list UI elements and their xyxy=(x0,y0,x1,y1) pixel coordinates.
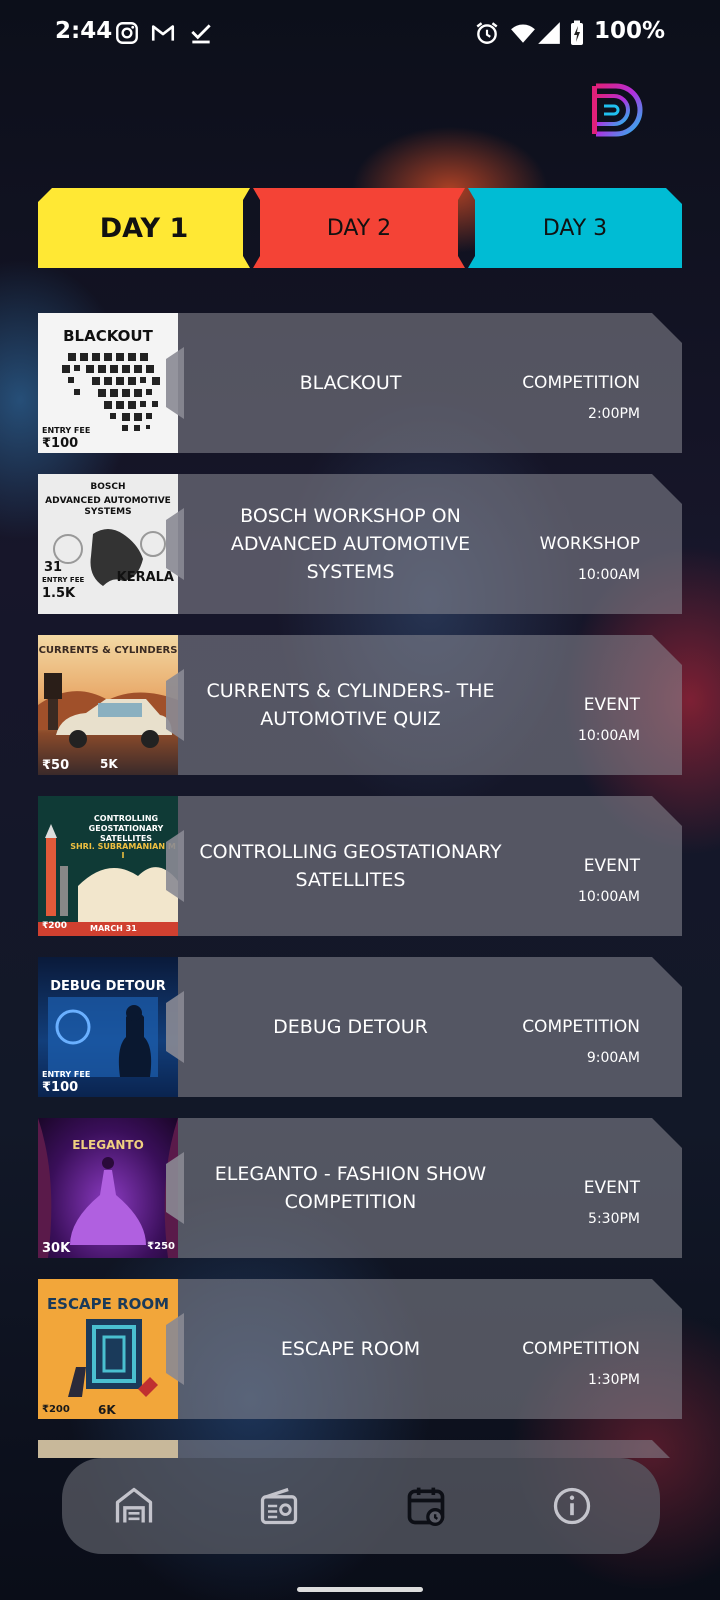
poster-title: BLACKOUT xyxy=(63,327,153,345)
event-time: 10:00AM xyxy=(577,567,640,583)
event-poster: DEBUG DETOUR ENTRY FEE ₹100 xyxy=(38,957,178,1097)
event-card-eleganto[interactable]: ELEGANTO 30K ₹250 ELEGANTO - FASHION SHO… xyxy=(38,1118,682,1258)
event-poster: BOSCH ADVANCED AUTOMOTIVE SYSTEMS 31 KER… xyxy=(38,474,178,614)
poster-fee: ENTRY FEE 1.5K xyxy=(42,576,85,601)
poster-title: ESCAPE ROOM xyxy=(46,1295,170,1313)
calendar-icon[interactable] xyxy=(404,1484,448,1528)
event-category: COMPETITION xyxy=(522,373,640,393)
poster-extra: MARCH 31 xyxy=(90,924,137,933)
poster-title: ELEGANTO xyxy=(72,1138,144,1152)
event-category: COMPETITION xyxy=(522,1017,640,1037)
tab-day-3-label: DAY 3 xyxy=(542,215,608,241)
tab-day-2[interactable]: DAY 2 xyxy=(253,188,465,268)
event-title: BLACKOUT xyxy=(299,372,402,394)
home-icon[interactable] xyxy=(112,1484,156,1528)
poster-fee: ENTRY FEE ₹100 xyxy=(42,1070,91,1095)
poster-fee: 30K xyxy=(42,1241,71,1256)
card-notch xyxy=(166,508,184,580)
card-notch xyxy=(166,669,184,741)
battery-percentage: 100% xyxy=(593,18,665,44)
event-poster: ESCAPE ROOM ₹200 6K xyxy=(38,1279,178,1419)
event-card-partial[interactable] xyxy=(38,1440,682,1458)
event-card-bosch-workshop[interactable]: BOSCH ADVANCED AUTOMOTIVE SYSTEMS 31 KER… xyxy=(38,474,682,614)
info-icon[interactable] xyxy=(550,1484,594,1528)
day-tabs: DAY 1 DAY 2 DAY 3 xyxy=(38,188,682,268)
event-category: EVENT xyxy=(583,856,640,876)
event-title: BOSCH WORKSHOP ON ADVANCED AUTOMOTIVE SY… xyxy=(230,505,471,583)
event-title: DEBUG DETOUR xyxy=(273,1016,428,1038)
event-poster xyxy=(38,1440,178,1458)
gmail-icon xyxy=(151,25,175,41)
cellular-signal-icon xyxy=(538,22,560,44)
battery-charging-icon xyxy=(571,20,583,45)
event-poster: CURRENTS & CYLINDERS ₹50 5K xyxy=(38,635,178,775)
poster-extra: 6K xyxy=(98,1403,116,1417)
poster-fee: ₹200 xyxy=(42,921,68,931)
tab-day-1-label: DAY 1 xyxy=(99,212,189,244)
event-poster: BLACKOUT ENTRY FEE ₹100 xyxy=(38,313,178,453)
wifi-icon xyxy=(511,24,535,43)
poster-title: CURRENTS & CYLINDERS xyxy=(38,645,178,656)
poster-car-art xyxy=(38,673,178,748)
card-notch xyxy=(166,347,184,419)
poster-fee: ₹50 xyxy=(42,758,70,773)
alarm-icon xyxy=(476,22,498,44)
card-notch xyxy=(166,1313,184,1385)
event-time: 10:00AM xyxy=(577,889,640,905)
card-notch xyxy=(166,991,184,1063)
event-title: CURRENTS & CYLINDERS- THE AUTOMOTIVE QUI… xyxy=(206,680,495,730)
gesture-navigation-handle[interactable] xyxy=(297,1587,423,1592)
app-logo-icon xyxy=(592,83,643,137)
event-card-debug-detour[interactable]: DEBUG DETOUR ENTRY FEE ₹100 DEBUG DETOUR … xyxy=(38,957,682,1097)
event-category: EVENT xyxy=(583,695,640,715)
event-poster: ELEGANTO 30K ₹250 xyxy=(38,1118,178,1258)
event-poster: CONTROLLING GEOSTATIONARY SATELLITES SHR… xyxy=(38,796,178,936)
tab-day-2-label: DAY 2 xyxy=(326,215,392,241)
event-title: CONTROLLING GEOSTATIONARY SATELLITES xyxy=(199,841,502,891)
event-category: EVENT xyxy=(583,1178,640,1198)
poster-title: DEBUG DETOUR xyxy=(50,979,166,994)
event-card-escape-room[interactable]: ESCAPE ROOM ₹200 6K ESCAPE ROOM COMPETIT… xyxy=(38,1279,682,1419)
event-category: WORKSHOP xyxy=(539,534,640,554)
status-time: 2:44 xyxy=(55,18,113,44)
poster-fee: ₹200 xyxy=(42,1404,70,1415)
poster-title: ADVANCED AUTOMOTIVE SYSTEMS xyxy=(45,496,171,517)
tab-day-1[interactable]: DAY 1 xyxy=(38,188,250,268)
card-notch xyxy=(166,1152,184,1224)
event-title: ESCAPE ROOM xyxy=(280,1338,421,1360)
event-category: COMPETITION xyxy=(522,1339,640,1359)
download-done-icon xyxy=(191,24,211,44)
poster-extra: ₹250 xyxy=(147,1241,175,1252)
event-card-geostationary-satellites[interactable]: CONTROLLING GEOSTATIONARY SATELLITES SHR… xyxy=(38,796,682,936)
poster-title: CONTROLLING GEOSTATIONARY SATELLITES xyxy=(88,814,164,843)
bottom-navigation xyxy=(62,1458,660,1554)
poster-fee: ENTRY FEE ₹100 xyxy=(42,426,91,451)
event-time: 9:00AM xyxy=(586,1050,640,1066)
status-bar: 2:44 100% xyxy=(0,0,720,64)
event-title: ELEGANTO - FASHION SHOW COMPETITION xyxy=(214,1163,487,1213)
card-notch xyxy=(166,830,184,902)
tab-day-3[interactable]: DAY 3 xyxy=(468,188,682,268)
event-list: BLACKOUT ENTRY FEE ₹100 BLACKOUT COMPETIT… xyxy=(38,313,682,1479)
radio-icon[interactable] xyxy=(257,1484,301,1528)
event-time: 2:00PM xyxy=(588,406,640,422)
event-card-blackout[interactable]: BLACKOUT ENTRY FEE ₹100 BLACKOUT COMPETIT… xyxy=(38,313,682,453)
event-time: 5:30PM xyxy=(588,1211,640,1227)
event-card-currents-cylinders[interactable]: CURRENTS & CYLINDERS ₹50 5K CURRENTS & C… xyxy=(38,635,682,775)
poster-extra: 5K xyxy=(100,757,118,771)
event-time: 10:00AM xyxy=(577,728,640,744)
event-time: 1:30PM xyxy=(588,1372,640,1388)
instagram-icon xyxy=(116,22,138,44)
